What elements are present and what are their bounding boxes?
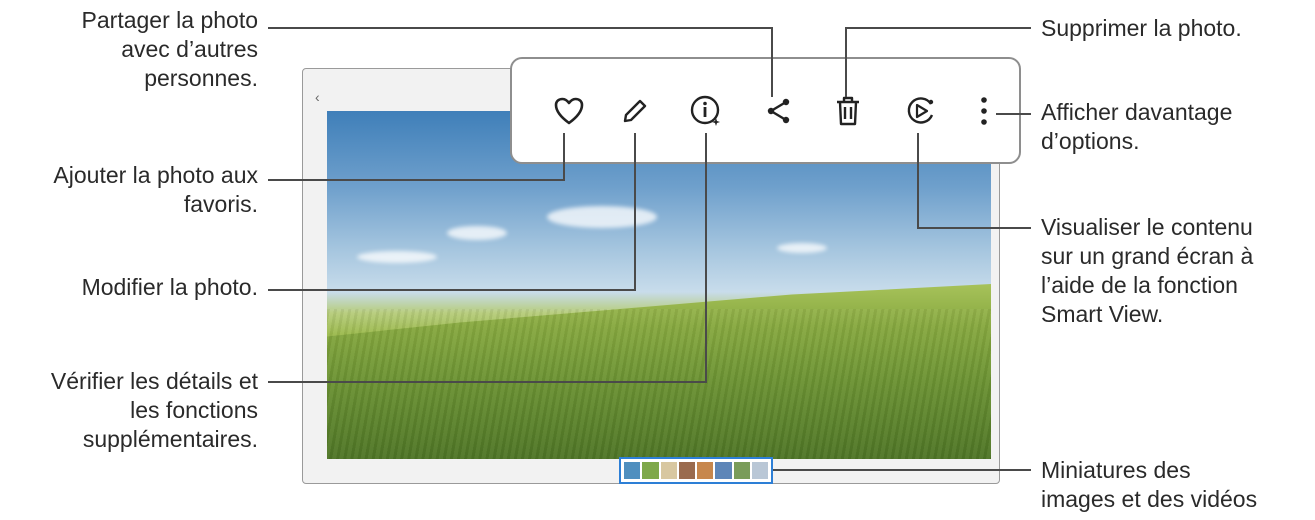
connector-line xyxy=(268,27,773,29)
thumbnail[interactable] xyxy=(751,462,768,479)
callout-more: Afficher davantage d’options. xyxy=(1041,99,1233,154)
connector-line xyxy=(268,289,636,291)
back-arrow-icon[interactable]: ‹ xyxy=(315,89,320,105)
connector-line xyxy=(268,381,707,383)
connector-line xyxy=(773,469,1031,471)
trash-icon[interactable] xyxy=(828,91,868,131)
connector-line xyxy=(917,133,919,229)
thumbnail[interactable] xyxy=(624,462,641,479)
connector-line xyxy=(634,133,636,291)
callout-details: Vérifier les détails et les fonctions supp… xyxy=(50,368,258,452)
callout-edit: Modifier la photo. xyxy=(81,274,258,300)
photo-toolbar xyxy=(510,57,1021,164)
thumbnail[interactable] xyxy=(715,462,732,479)
pencil-icon[interactable] xyxy=(615,91,655,131)
callout-thumbnails: Miniatures des images et des vidéos xyxy=(1041,457,1258,512)
thumbnail-strip[interactable] xyxy=(619,457,773,484)
callout-share: Partager la photo avec d’autres personnes. xyxy=(81,7,258,91)
thumbnail[interactable] xyxy=(642,462,659,479)
thumbnail[interactable] xyxy=(678,462,695,479)
thumbnail[interactable] xyxy=(697,462,714,479)
more-options-icon[interactable] xyxy=(964,91,1004,131)
connector-line xyxy=(845,27,847,97)
callout-favorite: Ajouter la photo aux favoris. xyxy=(53,162,258,217)
callout-smartview: Visualiser le contenu sur un grand écran … xyxy=(1041,214,1254,327)
smart-view-icon[interactable] xyxy=(901,91,941,131)
thumbnail[interactable] xyxy=(733,462,750,479)
connector-line xyxy=(268,179,565,181)
connector-line xyxy=(771,27,773,97)
connector-line xyxy=(845,27,1031,29)
info-icon[interactable] xyxy=(686,91,726,131)
thumbnail[interactable] xyxy=(660,462,677,479)
callout-delete: Supprimer la photo. xyxy=(1041,15,1242,41)
connector-line xyxy=(996,113,1031,115)
connector-line xyxy=(705,133,707,383)
heart-icon[interactable] xyxy=(549,91,589,131)
connector-line xyxy=(917,227,1031,229)
connector-line xyxy=(563,133,565,181)
share-icon[interactable] xyxy=(759,91,799,131)
